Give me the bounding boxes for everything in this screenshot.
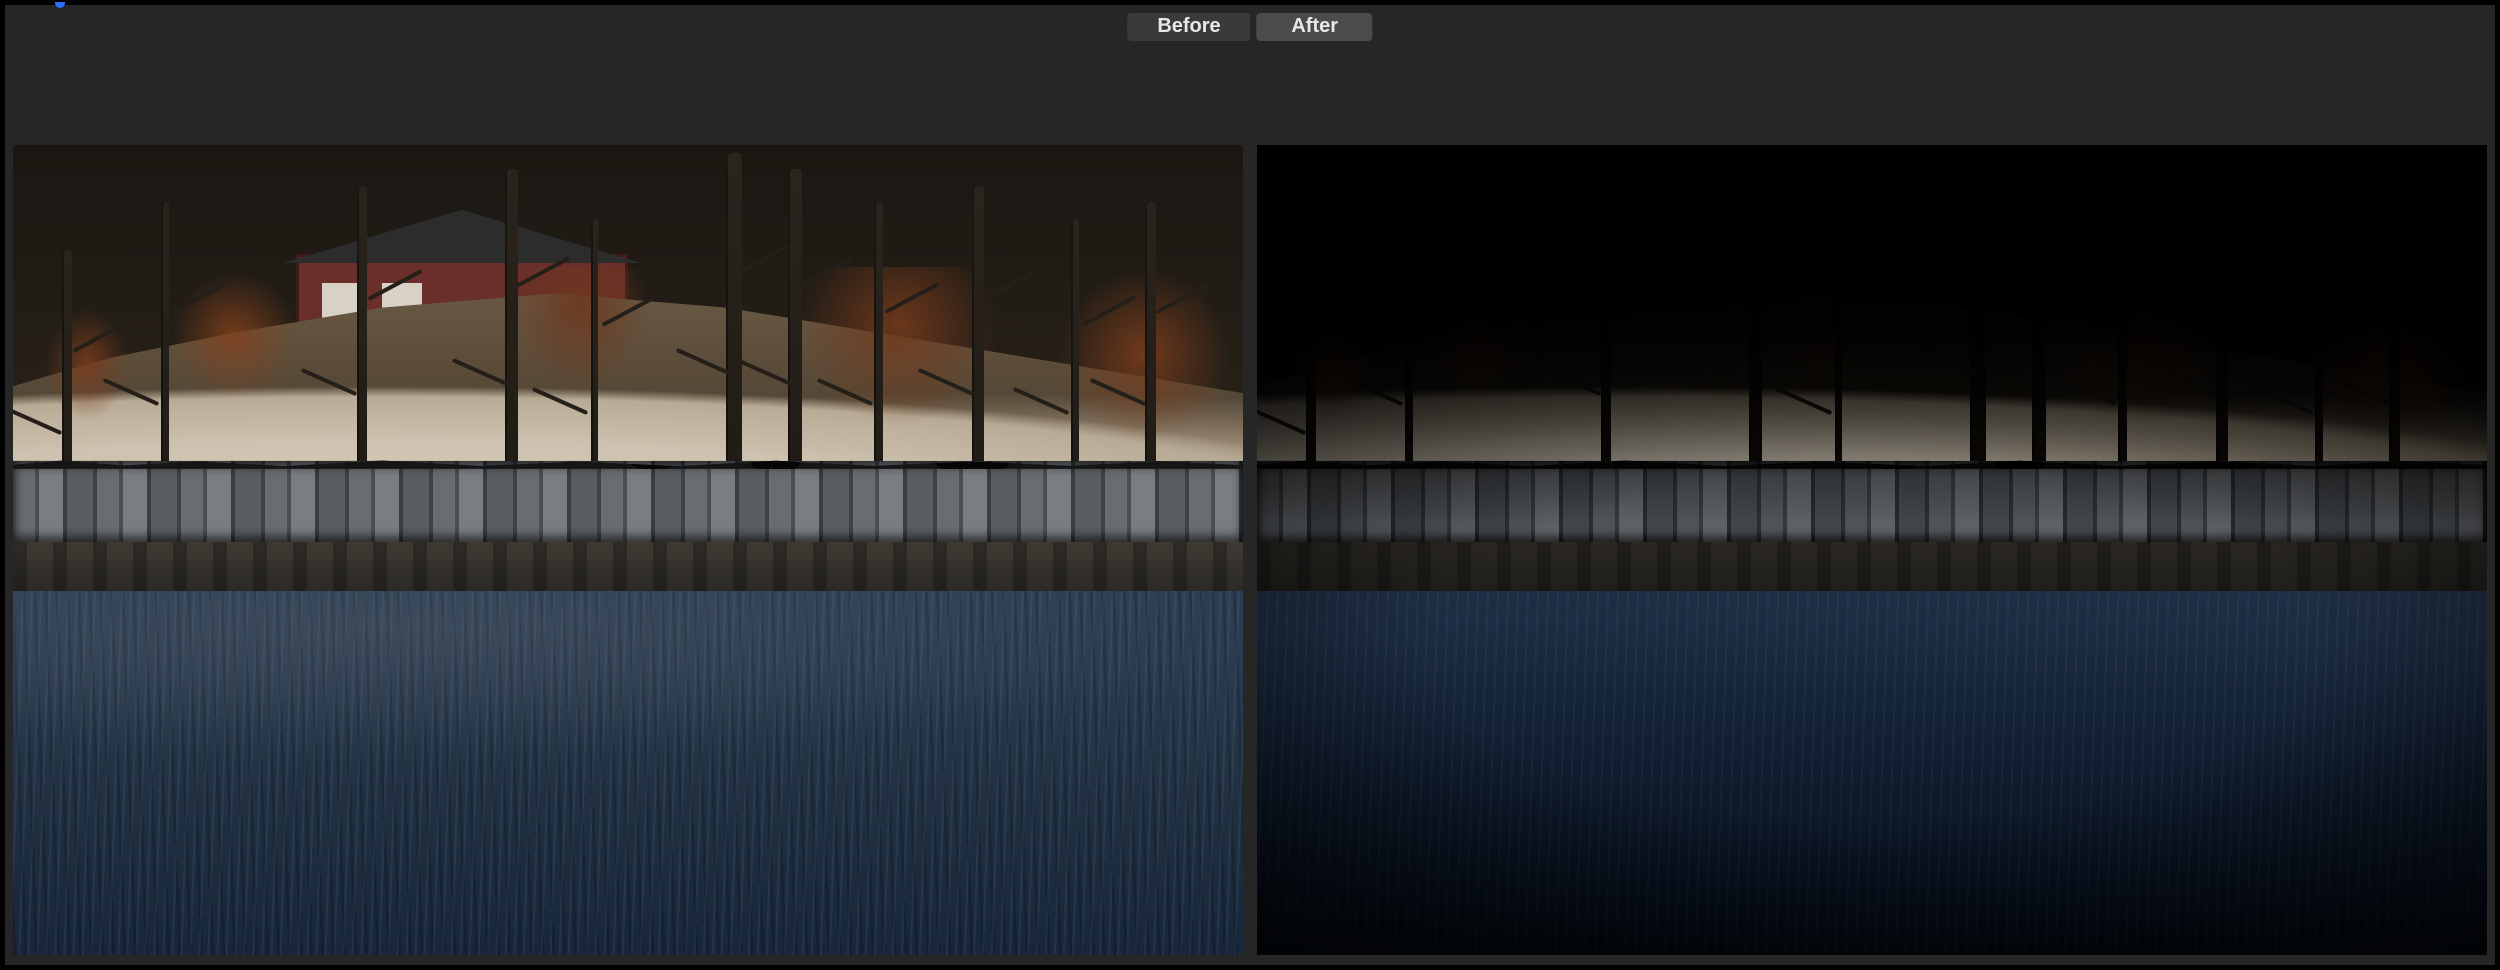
compare-panes	[13, 145, 2487, 955]
photo-water	[13, 591, 1243, 956]
photo-water	[1257, 591, 2487, 956]
after-pane[interactable]	[1257, 145, 2487, 955]
window-accent-dot	[55, 2, 65, 8]
photo-rock-wall	[13, 461, 1243, 542]
photo-rock-wall	[1257, 461, 2487, 542]
house-roof	[283, 210, 642, 263]
pane-divider[interactable]	[1243, 145, 1257, 955]
photo-shoreline	[13, 542, 1243, 591]
editor-compare-view: Before After	[4, 4, 2496, 966]
after-tab[interactable]: After	[1257, 13, 1373, 41]
before-pane[interactable]	[13, 145, 1243, 955]
before-tab[interactable]: Before	[1127, 13, 1250, 41]
before-after-toggle[interactable]: Before After	[1127, 13, 1372, 41]
photo-shoreline	[1257, 542, 2487, 591]
